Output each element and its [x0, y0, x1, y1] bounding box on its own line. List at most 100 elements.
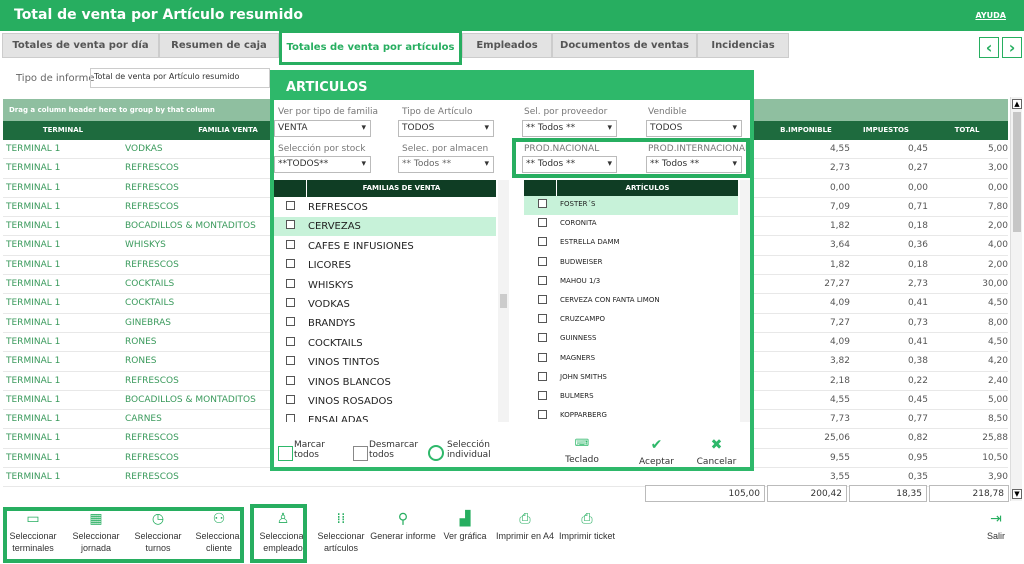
- articulo-item[interactable]: CORONITA: [524, 215, 738, 234]
- familia-checkbox[interactable]: [286, 239, 295, 249]
- tab-resumen-caja[interactable]: Resumen de caja: [159, 33, 279, 58]
- cancelar-button[interactable]: ✖ Cancelar: [694, 437, 739, 467]
- familia-checkbox[interactable]: [286, 336, 295, 346]
- filter-tipo-articulo-select[interactable]: TODOS: [398, 120, 494, 137]
- familia-item[interactable]: VINOS BLANCOS: [274, 373, 496, 392]
- print-a4-button[interactable]: ⎙ Imprimir en A4: [492, 506, 558, 562]
- col-impuestos[interactable]: IMPUESTOS: [846, 126, 926, 134]
- familia-item[interactable]: CAFES E INFUSIONES: [274, 237, 496, 256]
- prev-tab-button[interactable]: ‹: [979, 37, 999, 58]
- view-chart-button[interactable]: ▟ Ver gráfica: [432, 506, 498, 562]
- familia-checkbox[interactable]: [286, 375, 295, 385]
- familia-checkbox[interactable]: [286, 395, 295, 404]
- select-articulos-button[interactable]: ⁞⁞ Seleccionar artículos: [308, 506, 374, 562]
- articulo-item[interactable]: JOHN SMITHS: [524, 369, 738, 388]
- articulo-item[interactable]: MAHOU 1/3: [524, 273, 738, 292]
- articulo-item[interactable]: KOPPARBERG: [524, 407, 738, 420]
- report-type-select[interactable]: Total de venta por Artículo resumido: [90, 68, 270, 88]
- cell-imp: 0,18: [907, 259, 928, 270]
- articulo-item[interactable]: FOSTER´S: [524, 196, 738, 215]
- familia-item[interactable]: CERVEZAS: [274, 217, 496, 237]
- articulo-item[interactable]: BUDWEISER: [524, 254, 738, 273]
- desmarcar-todos-label[interactable]: Desmarcar todos: [369, 440, 429, 460]
- articulo-checkbox[interactable]: [538, 391, 547, 400]
- tab-incidencias[interactable]: Incidencias: [697, 33, 789, 58]
- articulo-item[interactable]: CERVEZA CON FANTA LIMON: [524, 292, 738, 311]
- check-circle-icon[interactable]: [428, 445, 444, 461]
- marcar-todos-checkbox[interactable]: [278, 446, 293, 461]
- familia-checkbox[interactable]: [286, 317, 295, 327]
- total-base: 200,42: [767, 485, 847, 502]
- familia-item[interactable]: ENSALADAS: [274, 411, 496, 422]
- articulo-checkbox[interactable]: [538, 295, 547, 304]
- familia-checkbox[interactable]: [286, 278, 295, 288]
- articulo-item[interactable]: BULMERS: [524, 388, 738, 407]
- familia-item[interactable]: BRANDYS: [274, 314, 496, 333]
- articulo-item[interactable]: ESTRELLA DAMM: [524, 234, 738, 253]
- familias-scrollbar[interactable]: [498, 180, 509, 422]
- familia-item[interactable]: REFRESCOS: [274, 198, 496, 217]
- print-ticket-button[interactable]: ⎙ Imprimir ticket: [554, 506, 620, 562]
- articulo-checkbox[interactable]: [538, 256, 547, 266]
- familia-checkbox[interactable]: [286, 356, 295, 366]
- scroll-thumb[interactable]: [500, 294, 507, 308]
- total-count: 105,00: [645, 485, 765, 502]
- articulo-item[interactable]: MAGNERS: [524, 350, 738, 369]
- aceptar-button[interactable]: ✔ Aceptar: [634, 437, 679, 467]
- familia-checkbox[interactable]: [286, 414, 295, 422]
- familia-item[interactable]: VINOS TINTOS: [274, 353, 496, 372]
- articulo-checkbox[interactable]: [538, 410, 547, 420]
- seleccion-individual-label[interactable]: Selección individual: [447, 440, 507, 460]
- familia-checkbox[interactable]: [286, 259, 295, 269]
- tab-documentos[interactable]: Documentos de ventas: [552, 33, 697, 58]
- articulo-checkbox[interactable]: [538, 371, 547, 381]
- familia-item[interactable]: VODKAS: [274, 295, 496, 314]
- col-terminal[interactable]: TERMINAL: [3, 126, 123, 134]
- filter-almacen-select[interactable]: ** Todos **: [398, 156, 494, 173]
- filter-proveedor-select[interactable]: ** Todos **: [522, 120, 617, 137]
- keyboard-icon: ⌨: [574, 438, 590, 449]
- familia-checkbox[interactable]: [286, 298, 295, 307]
- articulo-checkbox[interactable]: [538, 237, 547, 247]
- tab-totales-articulos[interactable]: Totales de venta por artículos: [279, 30, 462, 65]
- next-tab-button[interactable]: ›: [1002, 37, 1022, 58]
- articulo-label: CERVEZA CON FANTA LIMON: [560, 296, 660, 304]
- familias-check-all[interactable]: [274, 180, 307, 197]
- articulo-checkbox[interactable]: [538, 199, 547, 208]
- filter-tipo-familia-select[interactable]: VENTA: [274, 120, 371, 137]
- articulo-checkbox[interactable]: [538, 333, 547, 343]
- exit-button[interactable]: ⇥ Salir: [968, 506, 1024, 562]
- generate-report-button[interactable]: ⚲ Generar informe: [370, 506, 436, 562]
- articulo-checkbox[interactable]: [538, 275, 547, 285]
- col-total[interactable]: TOTAL: [926, 126, 1008, 134]
- teclado-button[interactable]: ⌨ Teclado: [562, 438, 602, 465]
- cell-total: 4,20: [987, 356, 1008, 367]
- scroll-up-icon[interactable]: ▲: [1012, 99, 1022, 109]
- articulo-item[interactable]: CRUZCAMPO: [524, 311, 738, 330]
- tab-totales-dia[interactable]: Totales de venta por día: [2, 33, 159, 58]
- articulo-checkbox[interactable]: [538, 314, 547, 324]
- articulo-item[interactable]: GUINNESS: [524, 330, 738, 349]
- articulo-checkbox[interactable]: [538, 352, 547, 362]
- familia-item[interactable]: COCKTAILS: [274, 334, 496, 353]
- tab-empleados[interactable]: Empleados: [462, 33, 552, 58]
- scroll-down-icon[interactable]: ▼: [1012, 489, 1022, 499]
- familia-label: ENSALADAS: [308, 415, 369, 422]
- total-impuestos: 18,35: [849, 485, 927, 502]
- help-link[interactable]: AYUDA: [975, 11, 1006, 20]
- familia-checkbox[interactable]: [286, 220, 295, 230]
- familia-checkbox[interactable]: [286, 201, 295, 210]
- familia-item[interactable]: WHISKYS: [274, 276, 496, 295]
- scroll-thumb[interactable]: [1013, 112, 1021, 232]
- table-scrollbar[interactable]: ▲ ▼: [1010, 97, 1022, 501]
- articulos-check-all[interactable]: [524, 180, 557, 197]
- filter-vendible-select[interactable]: TODOS: [646, 120, 742, 137]
- marcar-todos-label[interactable]: Marcar todos: [294, 440, 344, 460]
- articulos-scrollbar[interactable]: [740, 180, 750, 422]
- col-base[interactable]: B.IMPONIBLE: [766, 126, 846, 134]
- familia-item[interactable]: LICORES: [274, 256, 496, 275]
- filter-stock-select[interactable]: **TODOS**: [274, 156, 371, 173]
- articulo-checkbox[interactable]: [538, 218, 547, 228]
- desmarcar-todos-checkbox[interactable]: [353, 446, 368, 461]
- familia-item[interactable]: VINOS ROSADOS: [274, 392, 496, 411]
